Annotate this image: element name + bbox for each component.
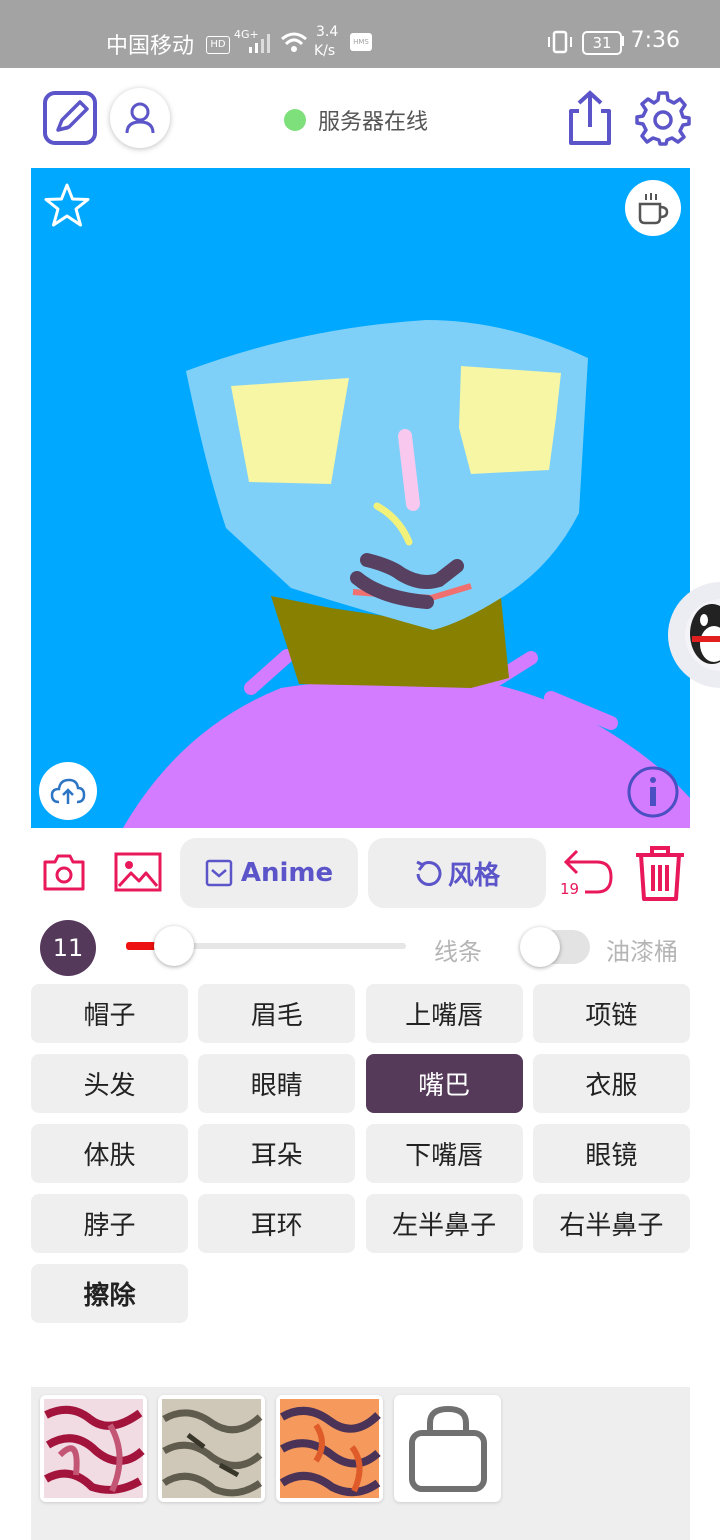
vibrate-icon — [548, 30, 572, 54]
battery-tip — [621, 36, 624, 46]
gallery-button[interactable] — [112, 848, 164, 896]
info-icon — [627, 766, 679, 818]
coffee-button[interactable] — [625, 180, 681, 236]
category-button[interactable]: 眼镜 — [532, 1124, 690, 1183]
lines-label: 线条 — [434, 938, 482, 966]
style-button[interactable]: 风格 — [368, 838, 546, 908]
category-button[interactable]: 右半鼻子 — [532, 1194, 690, 1253]
server-status: 服务器在线 — [284, 104, 428, 136]
texture-gray-image — [162, 1399, 263, 1498]
signal-icon — [249, 34, 270, 53]
category-button[interactable]: 耳朵 — [198, 1124, 356, 1183]
category-button[interactable]: 左半鼻子 — [365, 1194, 523, 1253]
anime-label: Anime — [240, 858, 334, 888]
texture-orange-image — [279, 1399, 381, 1498]
wifi-icon — [281, 32, 307, 52]
share-icon — [569, 90, 611, 145]
edit-button[interactable] — [40, 88, 100, 148]
brush-size-badge: 11 — [40, 920, 96, 976]
star-icon — [44, 183, 90, 227]
cup-icon — [638, 193, 669, 225]
upload-button[interactable] — [39, 762, 97, 820]
user-button[interactable] — [110, 88, 170, 148]
cloud-upload-icon — [50, 778, 86, 804]
undo-count: 19 — [560, 880, 580, 898]
hms-icon: HMS — [350, 33, 372, 51]
category-button[interactable]: 眉毛 — [198, 984, 356, 1043]
status-dot — [284, 109, 306, 131]
texture-gray[interactable] — [158, 1395, 265, 1502]
clock: 7:36 — [630, 28, 680, 53]
camera-button[interactable] — [40, 848, 88, 896]
shop-button[interactable] — [394, 1395, 501, 1502]
favorite-button[interactable] — [39, 178, 95, 234]
texture-pink[interactable] — [40, 1395, 147, 1502]
category-button[interactable]: 帽子 — [31, 984, 188, 1043]
category-button[interactable]: 头发 — [31, 1054, 188, 1113]
category-button[interactable]: 下嘴唇 — [365, 1124, 523, 1183]
gear-icon — [635, 91, 691, 146]
refresh-icon — [416, 860, 442, 886]
drawing-canvas[interactable] — [31, 168, 690, 828]
carrier-name: 中国移动 — [106, 34, 195, 59]
edit-icon — [43, 91, 97, 145]
bucket-label: 油漆桶 — [606, 938, 678, 966]
category-button[interactable]: 嘴巴 — [365, 1054, 523, 1113]
undo-button[interactable]: 19 — [556, 842, 616, 904]
category-button[interactable]: 眼睛 — [198, 1054, 356, 1113]
texture-pink-image — [43, 1399, 145, 1498]
server-status-text: 服务器在线 — [318, 110, 429, 135]
network-speed-value: 3.4 — [316, 24, 339, 40]
category-button[interactable]: 体肤 — [31, 1124, 188, 1183]
drawing-artwork — [123, 320, 690, 828]
info-button[interactable] — [625, 764, 681, 820]
bag-icon — [409, 1405, 487, 1492]
style-label: 风格 — [447, 860, 500, 891]
camera-icon — [43, 854, 85, 891]
image-icon — [114, 852, 162, 892]
texture-orange[interactable] — [276, 1395, 383, 1502]
status-bar: 中国移动 HD 4G+ 3.4 K/s HMS 31 7:36 — [0, 0, 720, 68]
user-icon — [125, 102, 155, 134]
category-button[interactable]: 项链 — [532, 984, 690, 1043]
bucket-toggle-thumb[interactable] — [520, 927, 560, 967]
category-button[interactable]: 上嘴唇 — [365, 984, 523, 1043]
trash-icon — [636, 846, 684, 901]
category-button[interactable]: 擦除 — [31, 1264, 188, 1323]
anime-button[interactable]: Anime — [180, 838, 358, 908]
share-button[interactable] — [562, 88, 618, 148]
settings-button[interactable] — [634, 88, 692, 148]
category-button[interactable]: 衣服 — [532, 1054, 690, 1113]
category-button[interactable]: 脖子 — [31, 1194, 188, 1253]
hd-badge: HD — [206, 36, 230, 54]
battery-icon: 31 — [582, 31, 622, 55]
network-speed-unit: K/s — [314, 43, 336, 59]
brush-size-slider[interactable] — [154, 926, 194, 966]
delete-button[interactable] — [632, 842, 688, 904]
anime-checkbox-icon — [205, 859, 233, 887]
category-button[interactable]: 耳环 — [198, 1194, 356, 1253]
